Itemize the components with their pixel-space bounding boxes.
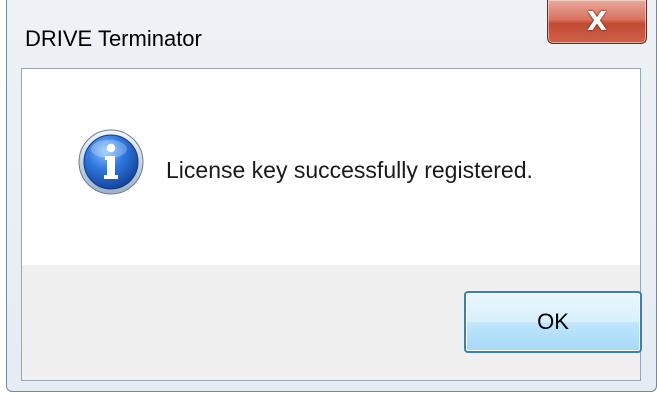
ok-button[interactable]: OK	[464, 291, 642, 353]
ok-button-label: OK	[537, 309, 569, 334]
dialog-client-area: License key successfully registered. OK	[21, 68, 642, 381]
message-area: License key successfully registered.	[22, 69, 640, 265]
dialog-title: DRIVE Terminator	[25, 26, 202, 51]
message-dialog: DRIVE Terminator X License key successfu…	[6, 0, 657, 392]
close-icon: X	[586, 6, 608, 37]
message-text: License key successfully registered.	[166, 157, 533, 183]
info-icon	[78, 129, 144, 195]
close-button[interactable]: X	[547, 0, 647, 44]
